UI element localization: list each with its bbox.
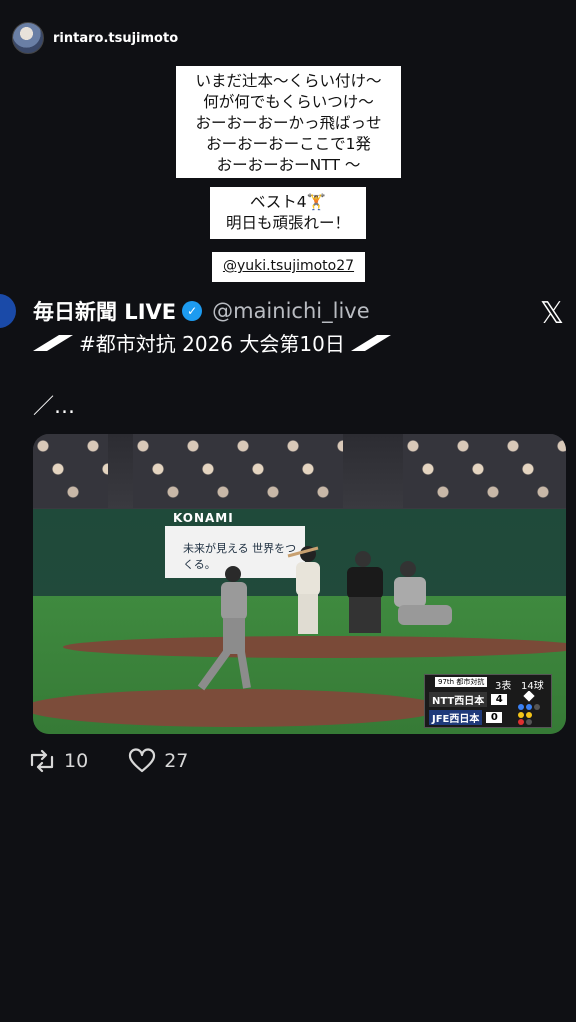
post-author-avatar [0,294,16,328]
like-button[interactable]: 27 [128,748,188,774]
heart-icon [129,748,156,773]
pitcher-mound-dirt [33,689,443,727]
best4-line-2: 明日も頑張れー！ [225,214,350,232]
team-score: 4 [491,693,508,705]
crowd [133,434,343,508]
hashtag-text[interactable]: #都市対抗 2026 大会第10日 [79,328,345,357]
slash-decoration-icon [33,334,73,351]
post-author-name: 毎日新聞 LIVE [33,300,177,324]
repost-icon [30,749,54,773]
catcher-figure [394,561,452,625]
team-name: JFE西日本 [429,709,483,725]
slash-decoration-icon [350,334,391,351]
chant-line-2: 何が何でもくらいつけ〜 [203,93,374,111]
chant-line-4: おーおーおーここで1発 [206,135,371,153]
team-score: 0 [486,711,503,723]
count-indicator-icon [518,691,540,725]
inning: 3表 [495,681,512,692]
pitch-count: 14球 [521,681,544,692]
username[interactable]: rintaro.tsujimoto [53,31,178,46]
post-hashtag-line: #都市対抗 2026 大会第10日 [33,328,391,357]
team-name: NTT西日本 [429,691,488,707]
pitcher-figure [197,566,251,691]
mention-sticker[interactable]: @yuki.tsujimoto27 [212,252,365,282]
tournament-logo: 97th 都市対抗 [435,677,488,687]
story-header: rintaro.tsujimoto [12,22,178,54]
post-actions: 10 27 [28,748,188,774]
crowd [33,434,108,508]
crowd [403,434,566,508]
verified-badge-icon: ✓ [182,301,203,321]
chant-line-1: いまだ辻本〜くらい付け〜 [195,72,382,90]
chant-line-3: おーおーおーかっ飛ばっせ [195,114,382,132]
score-row: JFE西日本 0 [429,709,503,725]
konami-label: KONAMI [173,511,234,525]
post-author-handle: @mainichi_live [212,299,370,323]
post-video[interactable]: KONAMI 未来が見える 世界をつくる。 97th 都市対抗 3表 14球 N… [33,434,566,734]
user-avatar[interactable] [12,22,44,54]
stadium-stands [33,434,566,509]
post-author-row: 毎日新聞 LIVE ✓ @mainichi_live [33,296,370,326]
score-overlay: 97th 都市対抗 3表 14球 NTT西日本 4 JFE西日本 0 [424,674,552,728]
like-count: 27 [164,750,189,772]
chant-line-5: おーおーおーNTT 〜 [216,156,361,174]
repost-button[interactable]: 10 [28,749,88,773]
x-logo-icon: 𝕏 [539,296,564,331]
repost-count: 10 [64,750,89,772]
post-text: ／… [33,394,75,418]
chant-text-sticker[interactable]: いまだ辻本〜くらい付け〜 何が何でもくらいつけ〜 おーおーおーかっ飛ばっせ おー… [176,66,401,178]
best4-line-1: ベスト4🏋 [250,193,326,211]
score-row: NTT西日本 4 [429,691,508,707]
best4-text-sticker[interactable]: ベスト4🏋 明日も頑張れー！ [210,187,366,239]
